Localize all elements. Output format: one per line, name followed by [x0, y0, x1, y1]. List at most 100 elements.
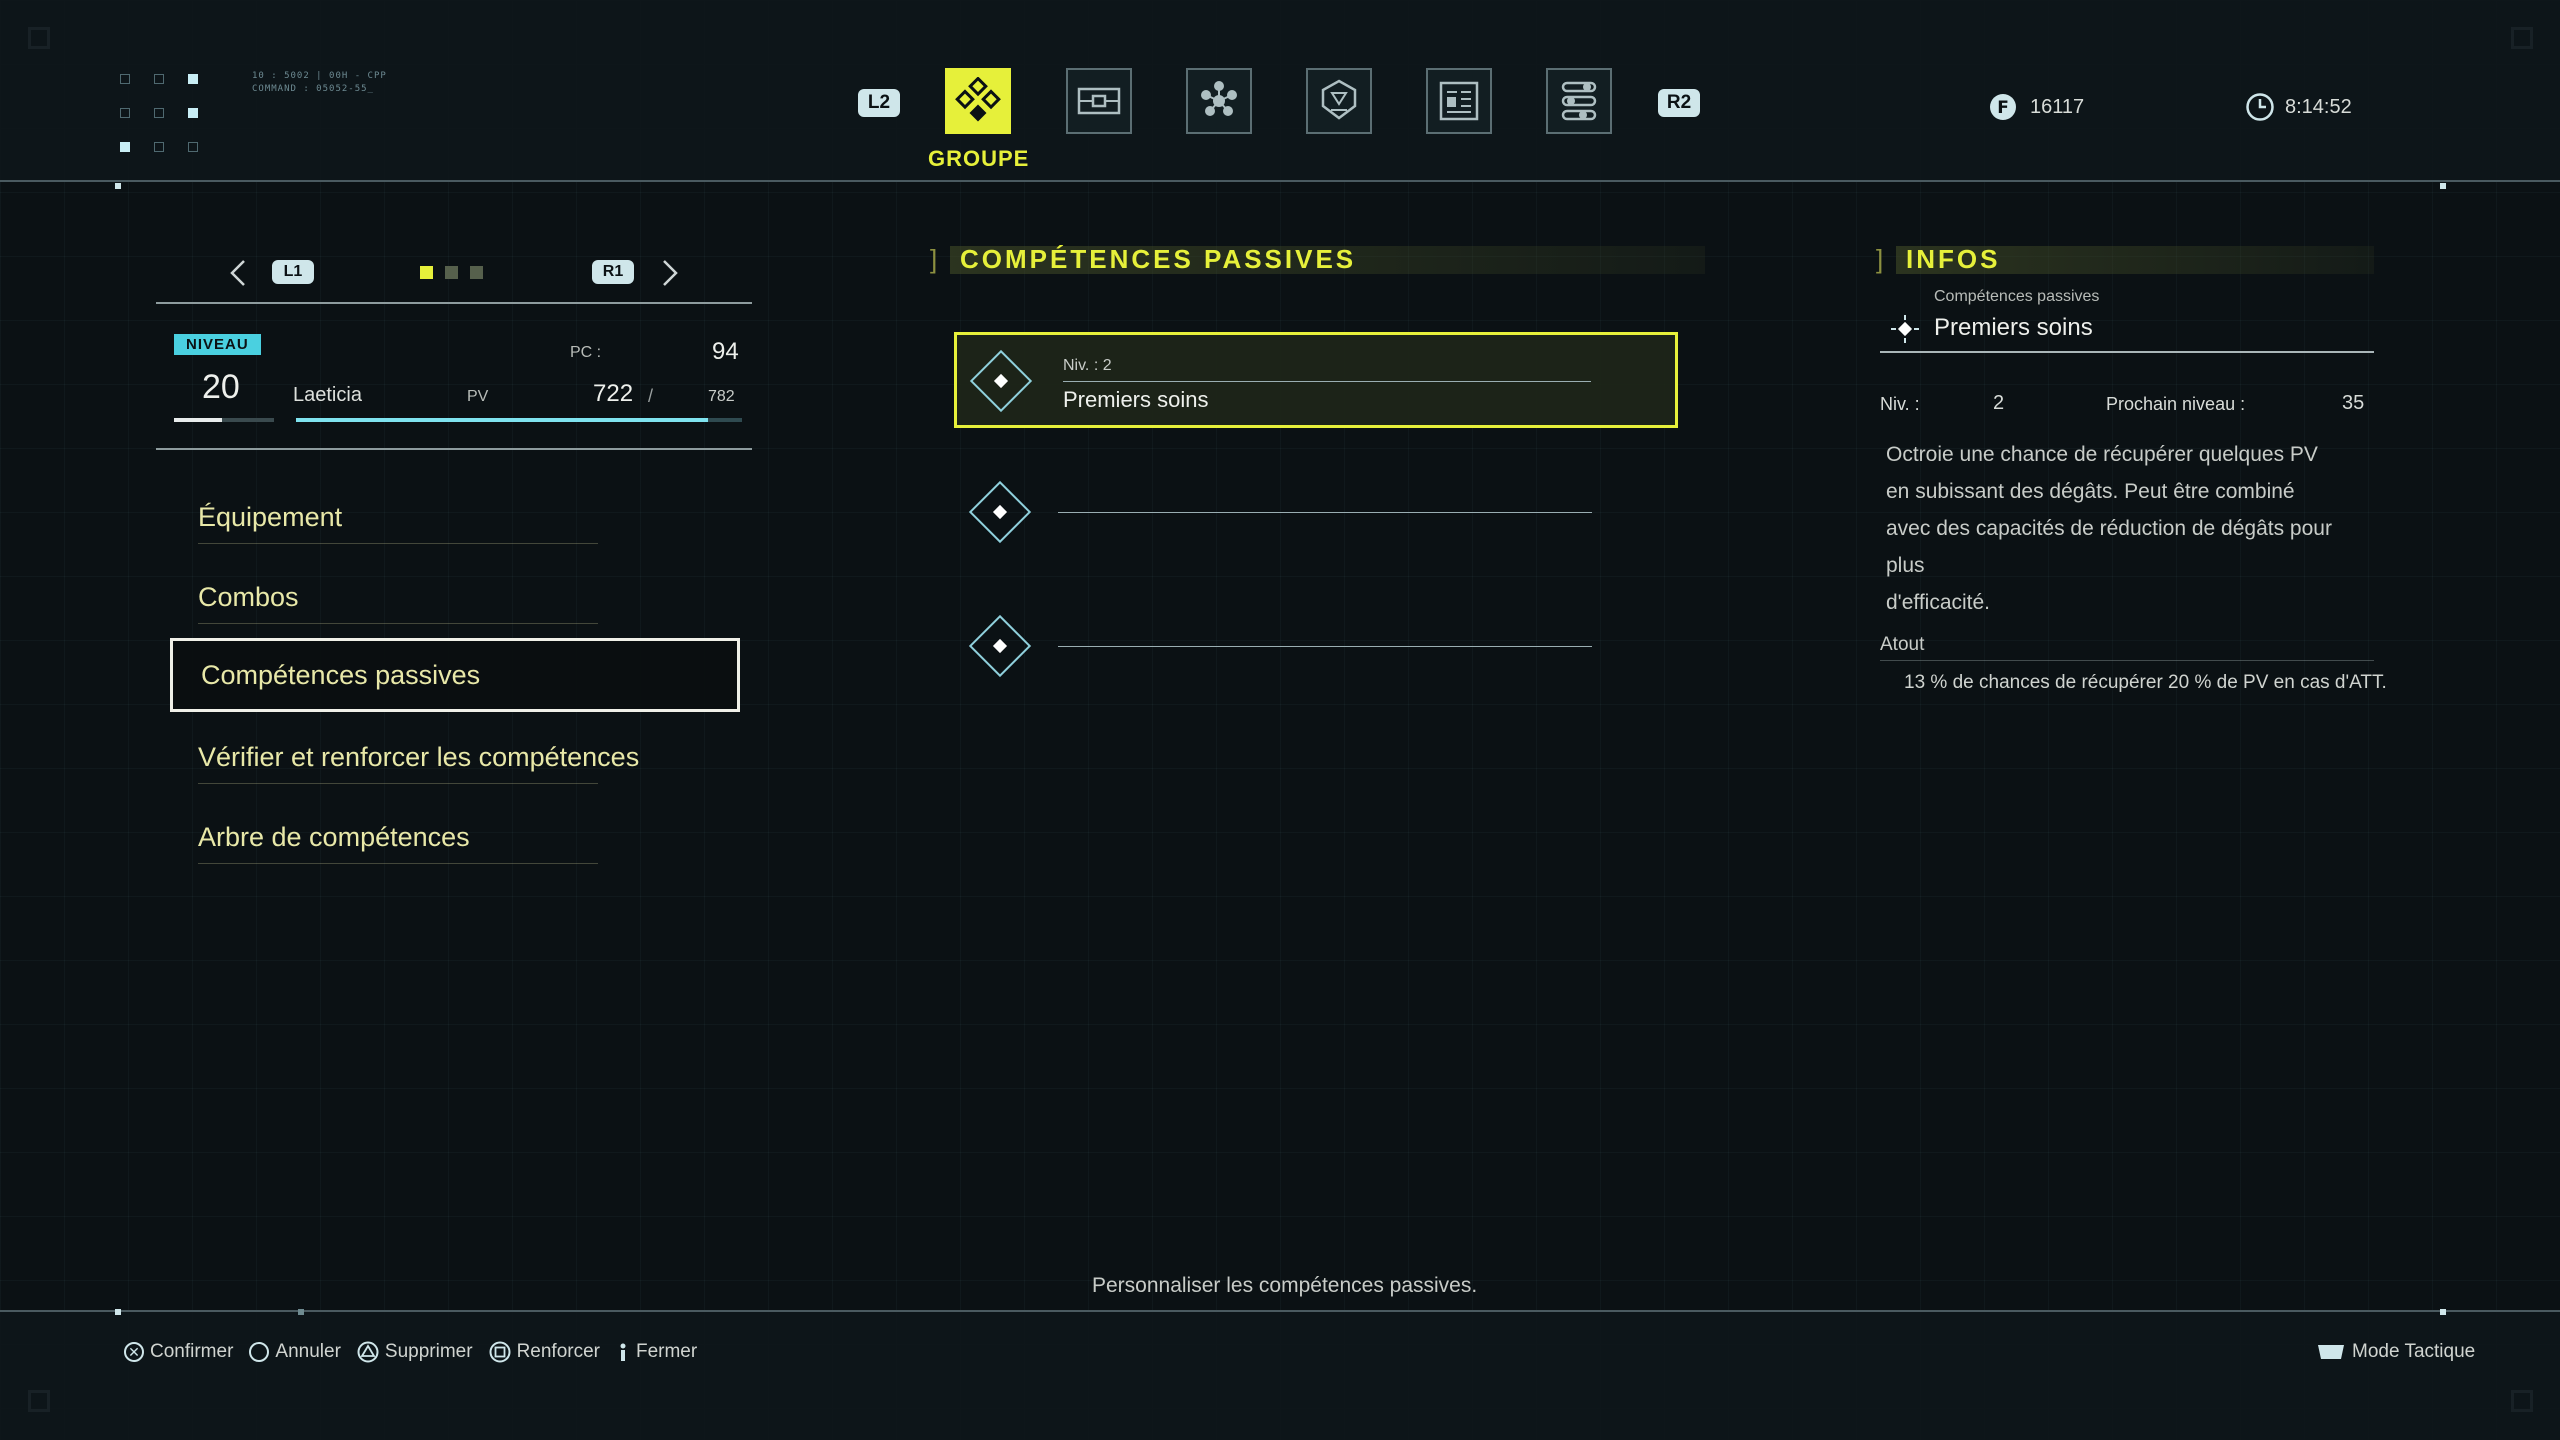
- menu-item-arbre-competences[interactable]: Arbre de compétences: [170, 800, 740, 874]
- section-bracket: ]: [1876, 244, 1884, 274]
- hint-delete-label: Supprimer: [384, 1341, 473, 1362]
- tab-groupe[interactable]: [945, 68, 1011, 134]
- description-line: d'efficacité.: [1886, 591, 1991, 614]
- item-icon: [1321, 79, 1357, 120]
- equipment-icon: [1077, 87, 1121, 115]
- passive-slot-3[interactable]: [954, 604, 1678, 690]
- info-level-label: Niv. :: [1880, 394, 1920, 414]
- section-title: COMPÉTENCES PASSIVES: [960, 244, 1357, 274]
- system-readout: 10 : 5002 | 00H - CPP COMMAND : 05052-55…: [252, 70, 387, 96]
- level-bar-fill: [174, 418, 222, 422]
- info-level-value: 2: [1993, 392, 2005, 414]
- character-name: Laeticia: [293, 384, 362, 406]
- tab-reports[interactable]: [1426, 68, 1492, 134]
- edge-marker: [115, 183, 121, 189]
- prev-character-arrow[interactable]: [228, 258, 248, 293]
- hint-confirm-label: Confirmer: [150, 1341, 234, 1362]
- tab-items[interactable]: [1306, 68, 1372, 134]
- hint-confirm[interactable]: ✕ Confirmer: [124, 1341, 233, 1363]
- pv-current: 722: [593, 380, 634, 407]
- cross-button-icon: ✕: [124, 1342, 144, 1362]
- playtime-value: 8:14:52: [2285, 95, 2352, 118]
- r2-button[interactable]: R2: [1658, 89, 1700, 117]
- system-line-2: COMMAND : 05052-55_: [252, 84, 374, 94]
- pv-max: 782: [708, 388, 735, 405]
- hint-cancel-label: Annuler: [275, 1341, 341, 1362]
- description-line: Octroie une chance de récupérer quelques…: [1886, 443, 2318, 466]
- tab-materia[interactable]: [1186, 68, 1252, 134]
- menu-item-label: Arbre de compétences: [198, 822, 470, 852]
- atout-text: 13 % de chances de récupérer 20 % de PV …: [1904, 672, 2387, 693]
- pc-value: 94: [712, 338, 739, 365]
- menu-item-competences-passives[interactable]: Compétences passives: [170, 638, 740, 712]
- r1-button[interactable]: R1: [592, 260, 634, 284]
- hint-close[interactable]: Fermer: [616, 1341, 697, 1363]
- currency-display: F 16117: [1988, 92, 2084, 122]
- square-button-icon: [489, 1341, 511, 1363]
- info-next-level-label: Prochain niveau :: [2106, 394, 2246, 414]
- touchpad-icon: [2318, 1345, 2344, 1359]
- menu-item-label: Combos: [198, 582, 299, 612]
- hint-tactical-mode[interactable]: Mode Tactique: [2316, 1341, 2475, 1363]
- hint-cancel[interactable]: Annuler: [249, 1341, 341, 1363]
- tab-system[interactable]: [1546, 68, 1612, 134]
- atout-divider: [1880, 660, 2374, 661]
- description-line: avec des capacités de réduction de dégât…: [1886, 517, 2332, 577]
- info-skill-name: Premiers soins: [1934, 314, 2093, 341]
- info-divider: [1880, 351, 2374, 353]
- party-icon: [955, 77, 1001, 122]
- next-character-arrow[interactable]: [660, 258, 680, 293]
- controls-hints: ✕ Confirmer Annuler Supprimer Renforcer …: [124, 1341, 697, 1363]
- bottom-bar: [0, 1310, 2560, 1440]
- divider: [156, 448, 752, 450]
- pv-label: PV: [467, 388, 489, 405]
- report-icon: [1439, 81, 1479, 121]
- passive-slot-1[interactable]: Niv. : 2 Premiers soins: [954, 332, 1678, 428]
- menu-item-equipement[interactable]: Équipement: [170, 480, 740, 554]
- gil-icon: F: [1990, 94, 2016, 120]
- level-bar-track: [174, 418, 274, 422]
- status-dot-grid: [118, 72, 208, 152]
- pv-bar-fill: [296, 418, 708, 422]
- hint-reinforce[interactable]: Renforcer: [489, 1341, 600, 1363]
- options-button-icon: [620, 1343, 626, 1361]
- menu-item-label: Compétences passives: [201, 660, 481, 690]
- tab-equipment[interactable]: [1066, 68, 1132, 134]
- menu-item-combos[interactable]: Combos: [170, 560, 740, 634]
- description-line: en subissant des dégâts. Peut être combi…: [1886, 480, 2295, 503]
- help-text: Personnaliser les compétences passives.: [1092, 1274, 1478, 1297]
- divider: [156, 302, 752, 304]
- section-bracket: ]: [930, 244, 938, 274]
- edge-marker: [298, 1309, 304, 1315]
- menu-item-label: Équipement: [198, 502, 343, 532]
- settings-icon: [1561, 81, 1597, 121]
- slot-divider: [1058, 646, 1592, 647]
- info-next-level-value: 35: [2342, 392, 2365, 414]
- system-line-1: 10 : 5002 | 00H - CPP: [252, 71, 387, 81]
- passive-slot-2[interactable]: [954, 470, 1678, 556]
- hint-close-label: Fermer: [635, 1341, 698, 1362]
- svg-text:F: F: [1997, 98, 2009, 118]
- l1-button[interactable]: L1: [272, 260, 314, 284]
- playtime-display: 8:14:52: [2245, 92, 2352, 122]
- circle-button-icon: [249, 1342, 270, 1362]
- l2-button[interactable]: L2: [858, 89, 900, 117]
- edge-marker: [2440, 1309, 2446, 1315]
- party-page-indicator: [420, 266, 483, 279]
- pc-label: PC :: [570, 344, 602, 361]
- hint-tactical-label: Mode Tactique: [2352, 1341, 2476, 1362]
- atout-label: Atout: [1880, 634, 1925, 655]
- slot-divider: [1063, 381, 1591, 382]
- clock-icon: [2246, 93, 2274, 121]
- hint-delete[interactable]: Supprimer: [357, 1341, 473, 1363]
- menu-item-label: Vérifier et renforcer les compétences: [198, 742, 640, 772]
- level-value: 20: [202, 368, 240, 406]
- slot-divider: [1058, 512, 1592, 513]
- menu-item-verifier-renforcer[interactable]: Vérifier et renforcer les compétences: [170, 720, 740, 794]
- hint-reinforce-label: Renforcer: [516, 1341, 600, 1362]
- edge-marker: [115, 1309, 121, 1315]
- tab-groupe-label: GROUPE: [928, 146, 1030, 171]
- info-description: Octroie une chance de récupérer quelques…: [1886, 436, 2376, 621]
- passive-slot-level: Niv. : 2: [1063, 357, 1112, 374]
- info-title: INFOS: [1906, 244, 2001, 274]
